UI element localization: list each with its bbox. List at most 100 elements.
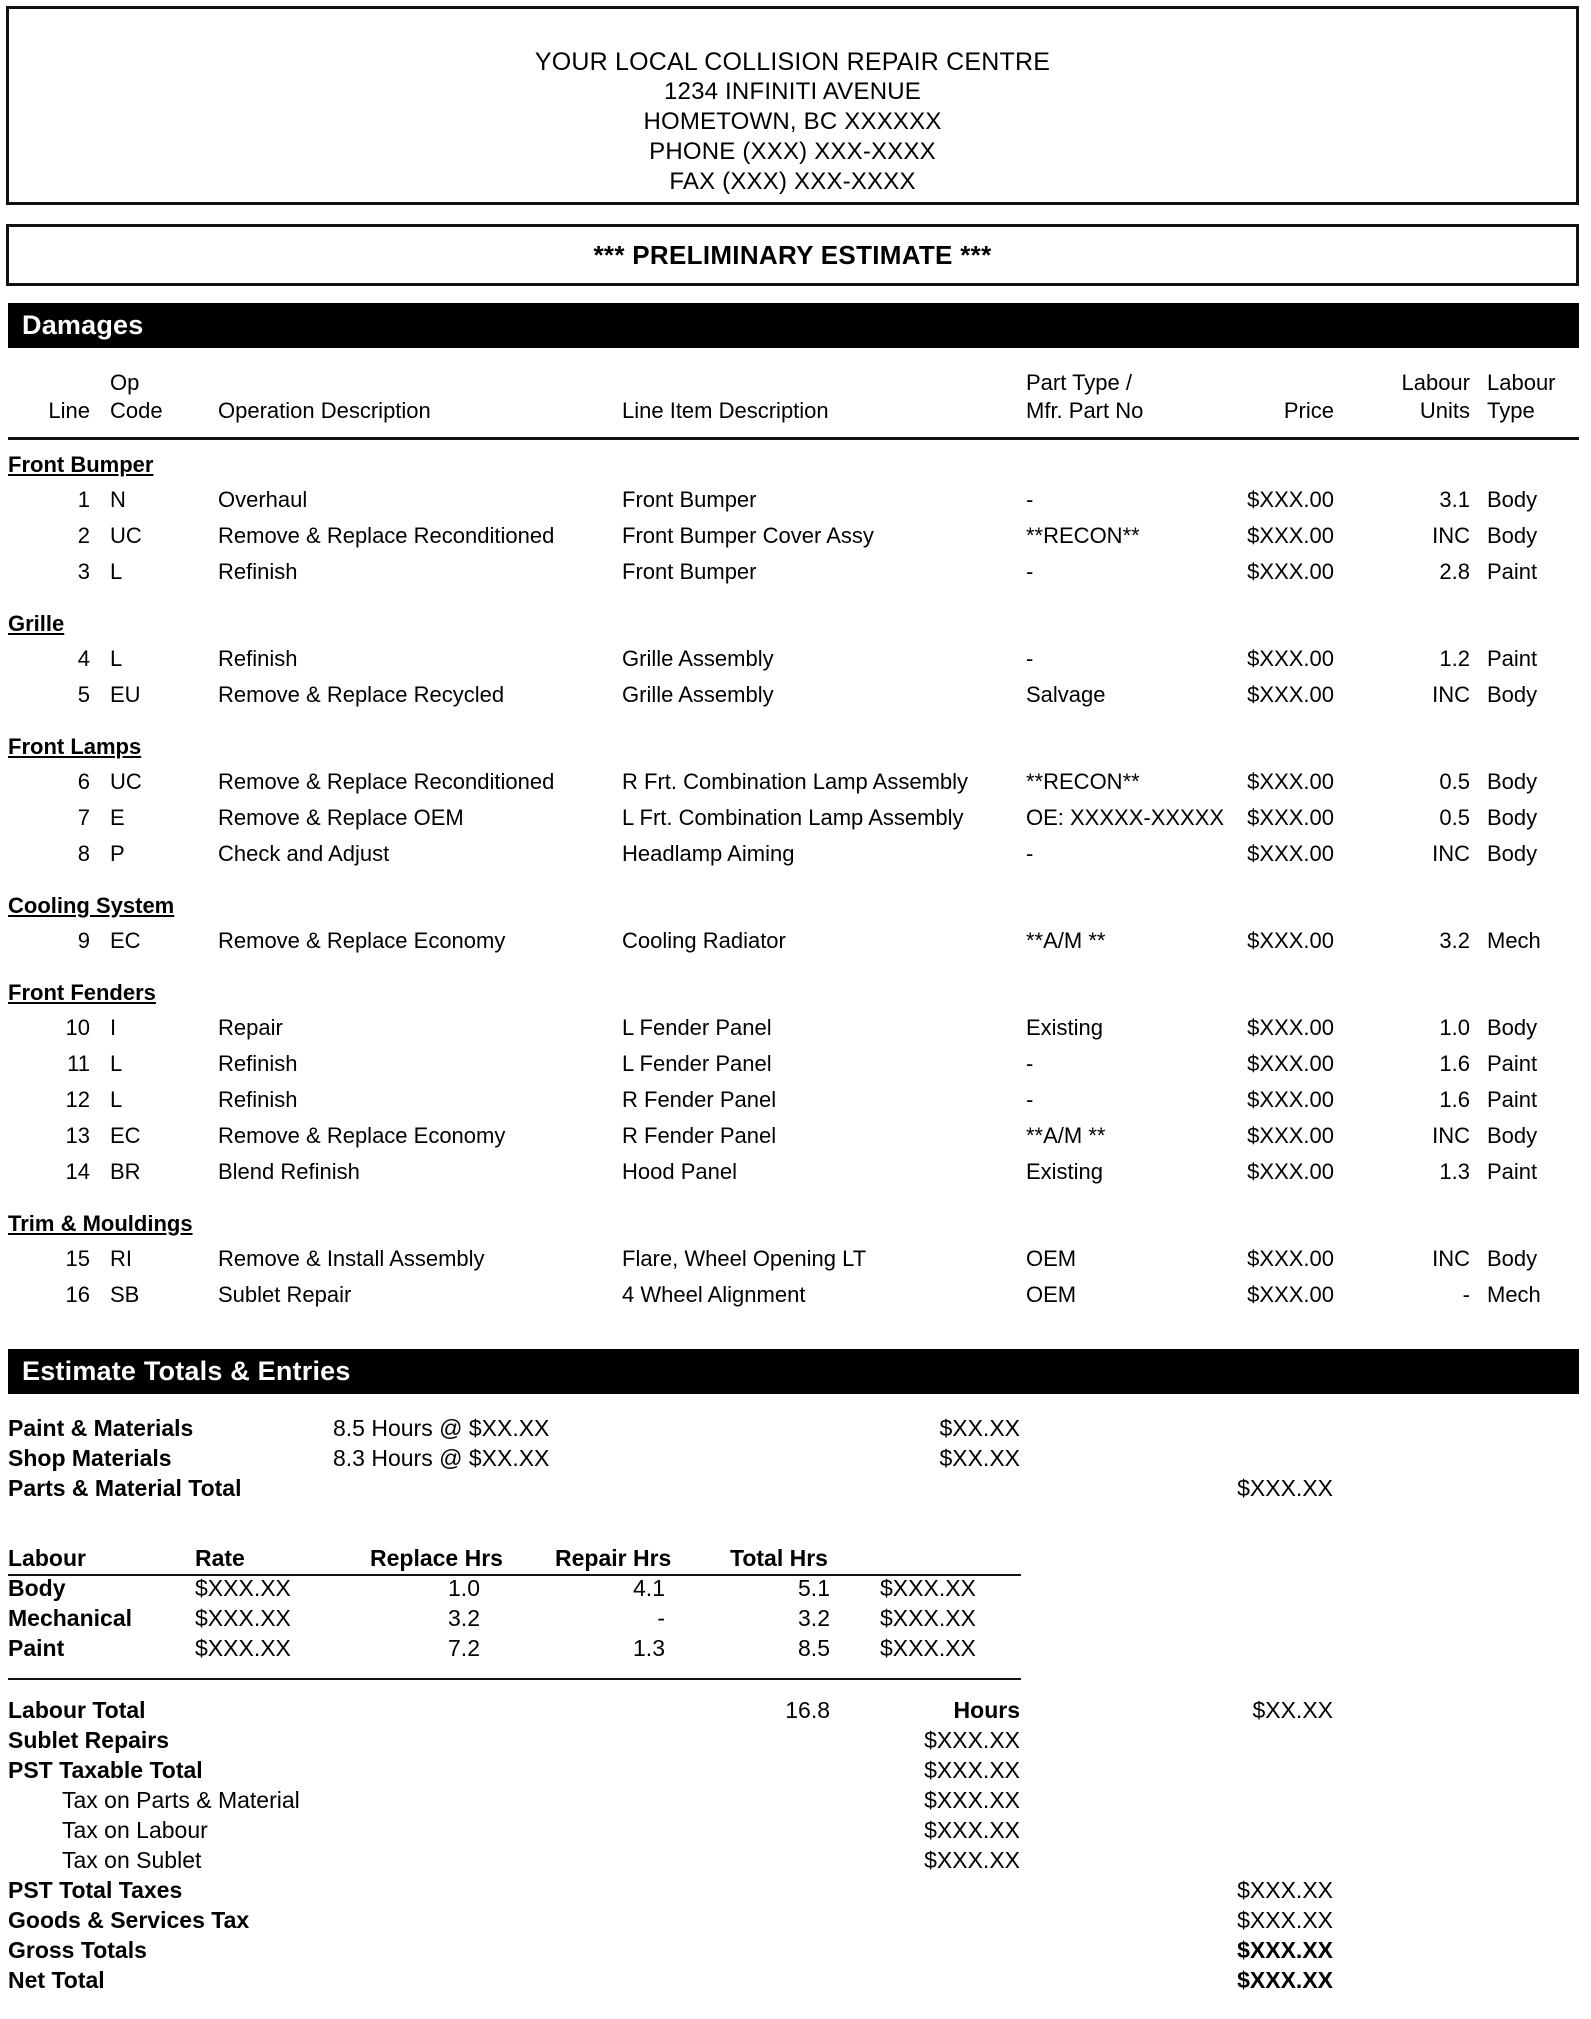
op-code: I bbox=[110, 1015, 117, 1040]
summary-mid-amount: $XXX.XX bbox=[924, 1727, 1020, 1753]
material-detail: 8.3 Hours @ $XX.XX bbox=[333, 1445, 550, 1471]
material-label: Paint & Materials bbox=[8, 1415, 194, 1441]
summary-total-row: Tax on Labour $XXX.XX bbox=[0, 1815, 1591, 1845]
line-number: 1 bbox=[77, 487, 90, 512]
price: $XXX.00 bbox=[1247, 523, 1334, 548]
op-code: L bbox=[110, 1051, 123, 1076]
line-item-description: Cooling Radiator bbox=[622, 928, 786, 953]
summary-label: Tax on Parts & Material bbox=[62, 1787, 300, 1813]
damage-line-row: 16 SB Sublet Repair 4 Wheel Alignment OEM $XX… bbox=[0, 1277, 1591, 1313]
operation-description: Blend Refinish bbox=[218, 1159, 360, 1184]
damage-group-heading: Front Lamps bbox=[8, 734, 142, 759]
summary-totals: Labour Total 16.8 Hours $XX.XX Sublet Repair… bbox=[0, 1695, 1591, 1995]
line-item-description: L Fender Panel bbox=[622, 1051, 772, 1076]
part-type: - bbox=[1026, 1087, 1034, 1112]
op-code: L bbox=[110, 1087, 123, 1112]
estimate-type-title: *** PRELIMINARY ESTIMATE *** bbox=[593, 239, 992, 270]
labour-units: INC bbox=[1432, 682, 1470, 707]
shop-city: HOMETOWN, BC XXXXXX bbox=[643, 108, 942, 135]
operation-description: Refinish bbox=[218, 559, 298, 584]
price: $XXX.00 bbox=[1247, 559, 1334, 584]
damage-line-row: 7 E Remove & Replace OEM L Frt. Combination… bbox=[0, 800, 1591, 836]
labour-breakdown-table: Labour Rate Replace Hrs Repair Hrs Total Hrs… bbox=[0, 1543, 1591, 1663]
damage-line-row: 10 I Repair L Fender Panel Existing $XXX.00 1.… bbox=[0, 1010, 1591, 1046]
line-item-description: Grille Assembly bbox=[622, 682, 774, 707]
labour-total-hrs: 8.5 bbox=[798, 1635, 830, 1661]
damage-line-row: 11 L Refinish L Fender Panel - $XXX.00 1.6 Pain… bbox=[0, 1046, 1591, 1082]
estimate-type-box: *** PRELIMINARY ESTIMATE *** bbox=[6, 224, 1579, 286]
part-type: OEM bbox=[1026, 1282, 1077, 1307]
col-header-line-item-desc: Line Item Description bbox=[622, 398, 829, 423]
line-item-description: R Fender Panel bbox=[622, 1087, 777, 1112]
labour-repair-hrs: - bbox=[657, 1605, 665, 1631]
col-header-labour-type-1: Labour bbox=[1487, 370, 1556, 395]
damage-line-row: 6 UC Remove & Replace Reconditioned R Frt. … bbox=[0, 764, 1591, 800]
labour-col-replace-hrs: Replace Hrs bbox=[370, 1545, 503, 1571]
labour-units: 1.6 bbox=[1439, 1051, 1470, 1076]
part-type: Existing bbox=[1026, 1015, 1104, 1040]
line-item-description: Front Bumper Cover Assy bbox=[622, 523, 874, 548]
line-item-description: Headlamp Aiming bbox=[622, 841, 795, 866]
operation-description: Remove & Replace Reconditioned bbox=[218, 769, 555, 794]
line-number: 9 bbox=[77, 928, 90, 953]
summary-total-row: Goods & Services Tax $XXX.XX bbox=[0, 1905, 1591, 1935]
labour-type: Body bbox=[1487, 1246, 1538, 1271]
labour-total-row: Labour Total 16.8 Hours $XX.XX bbox=[0, 1695, 1591, 1725]
labour-type: Body bbox=[1487, 805, 1538, 830]
labour-amount: $XXX.XX bbox=[880, 1635, 976, 1661]
summary-label: Tax on Labour bbox=[62, 1817, 208, 1843]
summary-label: PST Taxable Total bbox=[8, 1757, 203, 1783]
summary-total-row: Tax on Sublet $XXX.XX bbox=[0, 1845, 1591, 1875]
labour-units: 1.0 bbox=[1439, 1015, 1470, 1040]
material-total-row: Paint & Materials 8.5 Hours @ $XX.XX $XX.X… bbox=[0, 1413, 1591, 1443]
price: $XXX.00 bbox=[1247, 1159, 1334, 1184]
summary-total-row: Net Total $XXX.XX bbox=[0, 1965, 1591, 1995]
materials-totals: Paint & Materials 8.5 Hours @ $XX.XX $XX.X… bbox=[0, 1413, 1591, 1503]
damages-section-label: Damages bbox=[22, 310, 144, 340]
col-header-labour-units-2: Units bbox=[1419, 398, 1470, 423]
col-header-price: Price bbox=[1283, 398, 1334, 423]
line-number: 16 bbox=[65, 1282, 90, 1307]
labour-col-rate: Rate bbox=[195, 1545, 245, 1571]
labour-units: 0.5 bbox=[1439, 805, 1470, 830]
op-code: N bbox=[110, 487, 126, 512]
operation-description: Check and Adjust bbox=[218, 841, 390, 866]
material-detail: 8.5 Hours @ $XX.XX bbox=[333, 1415, 550, 1441]
summary-far-amount: $XXX.XX bbox=[1237, 1937, 1333, 1963]
damage-group-heading: Cooling System bbox=[8, 893, 175, 918]
labour-type: Mech bbox=[1487, 928, 1541, 953]
labour-type: Body bbox=[1487, 841, 1538, 866]
material-total-row: Parts & Material Total $XXX.XX bbox=[0, 1473, 1591, 1503]
labour-category: Body bbox=[8, 1575, 66, 1601]
part-type: - bbox=[1026, 646, 1034, 671]
summary-mid-amount: $XXX.XX bbox=[924, 1787, 1020, 1813]
operation-description: Remove & Replace Economy bbox=[218, 1123, 506, 1148]
op-code: L bbox=[110, 646, 123, 671]
summary-mid-amount: $XXX.XX bbox=[924, 1847, 1020, 1873]
labour-replace-hrs: 1.0 bbox=[448, 1575, 480, 1601]
labour-col-total-hrs: Total Hrs bbox=[730, 1545, 828, 1571]
summary-far-amount: $XXX.XX bbox=[1237, 1967, 1333, 1993]
labour-table-row: Paint $XXX.XX 7.2 1.3 8.5 $XXX.XX bbox=[0, 1633, 1591, 1663]
labour-units: INC bbox=[1432, 841, 1470, 866]
operation-description: Refinish bbox=[218, 1087, 298, 1112]
op-code: SB bbox=[110, 1282, 140, 1307]
operation-description: Refinish bbox=[218, 1051, 298, 1076]
op-code: L bbox=[110, 559, 123, 584]
price: $XXX.00 bbox=[1247, 487, 1334, 512]
line-number: 7 bbox=[77, 805, 90, 830]
line-number: 4 bbox=[77, 646, 90, 671]
labour-type: Paint bbox=[1487, 559, 1538, 584]
labour-col-category: Labour bbox=[8, 1545, 86, 1571]
price: $XXX.00 bbox=[1247, 805, 1334, 830]
operation-description: Remove & Replace Economy bbox=[218, 928, 506, 953]
labour-units: INC bbox=[1432, 1123, 1470, 1148]
labour-units: INC bbox=[1432, 1246, 1470, 1271]
labour-amount: $XXX.XX bbox=[880, 1605, 976, 1631]
price: $XXX.00 bbox=[1247, 682, 1334, 707]
op-code: E bbox=[110, 805, 125, 830]
material-total-amount: $XXX.XX bbox=[1237, 1475, 1333, 1501]
operation-description: Remove & Replace OEM bbox=[218, 805, 464, 830]
line-number: 6 bbox=[77, 769, 90, 794]
material-total-row: Shop Materials 8.3 Hours @ $XX.XX $XX.XX bbox=[0, 1443, 1591, 1473]
